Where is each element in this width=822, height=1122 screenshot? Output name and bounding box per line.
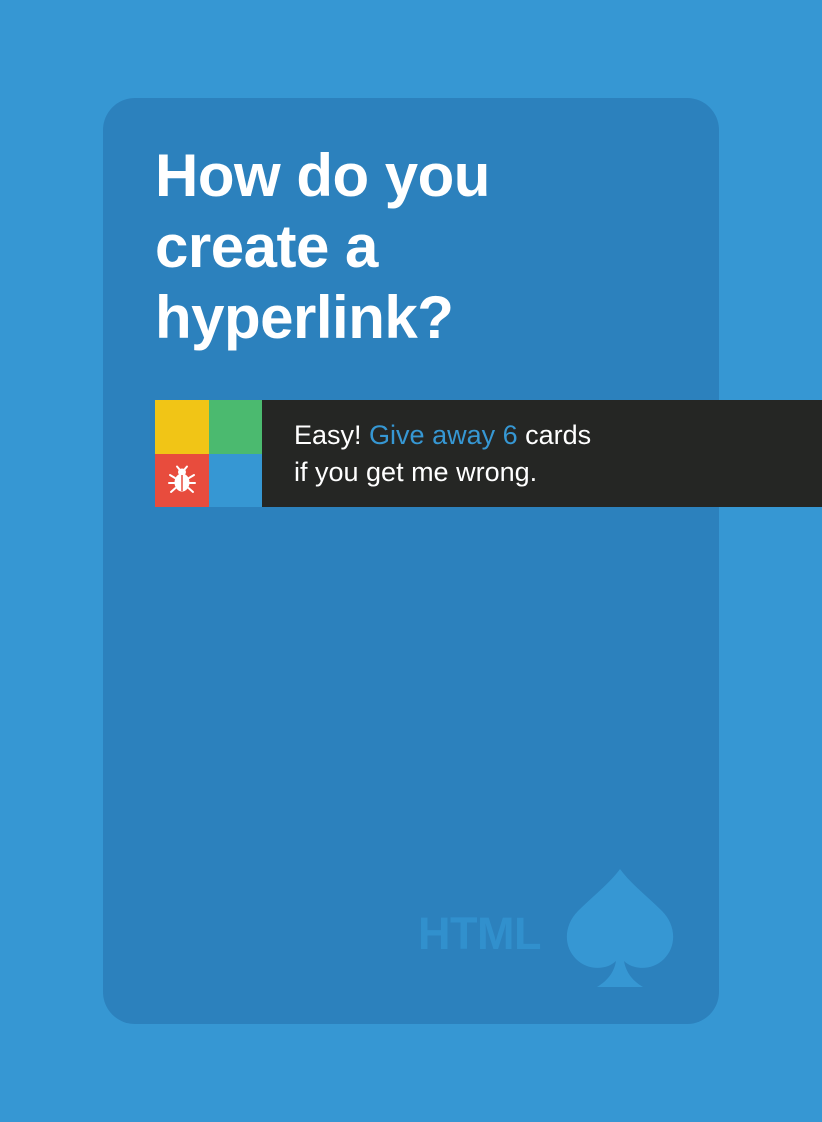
question-line-3: hyperlink? <box>155 284 454 351</box>
penalty-text: Easy! Give away 6 cards if you get me wr… <box>294 417 591 491</box>
logo-square-red <box>155 453 209 507</box>
penalty-line-2: if you get me wrong. <box>294 457 538 487</box>
bug-icon <box>167 465 196 494</box>
penalty-highlight: Give away 6 <box>369 420 518 450</box>
logo-square-green <box>208 400 262 454</box>
logo-square-yellow <box>155 400 209 454</box>
penalty-lead: Easy! <box>294 420 362 450</box>
category-logo <box>155 400 262 507</box>
penalty-tail: cards <box>525 420 592 450</box>
question-text: How do you create a hyperlink? <box>155 140 675 353</box>
page: How do you create a hyperlink? Easy! Giv… <box>0 0 822 1122</box>
logo-square-blue <box>208 453 262 507</box>
question-line-1: How do you <box>155 142 490 209</box>
deck-label: HTML <box>418 908 541 959</box>
penalty-banner: Easy! Give away 6 cards if you get me wr… <box>262 400 822 507</box>
question-line-2: create a <box>155 213 378 280</box>
spade-icon <box>566 869 674 987</box>
